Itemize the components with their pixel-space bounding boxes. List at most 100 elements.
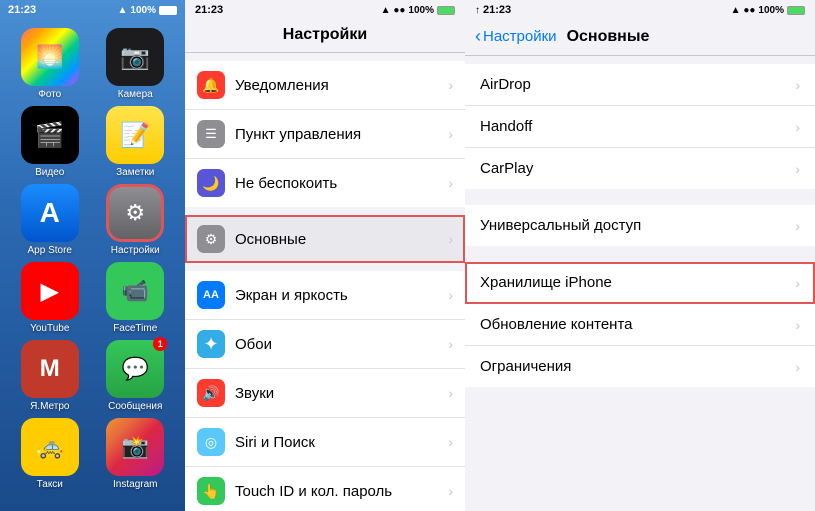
home-screen: 21:23 ▲ 100% 🌅 Фото 📷 Камера 🎬 Видео [0, 0, 185, 511]
group-divider-1 [465, 189, 815, 197]
general-row-accessibility[interactable]: Универсальный доступ › [465, 205, 815, 246]
display-chevron: › [448, 287, 453, 303]
settings-row-display[interactable]: AA Экран и яркость › [185, 271, 465, 320]
sounds-icon: 🔊 [197, 379, 225, 407]
messages-badge: 1 [153, 337, 167, 351]
carplay-chevron: › [795, 161, 800, 177]
settings-panel: 21:23 ▲ ●● 100% Настройки 🔔 Уведомления … [185, 0, 465, 511]
camera-label: Камера [118, 89, 153, 100]
notifications-icon: 🔔 [197, 71, 225, 99]
accessibility-chevron: › [795, 218, 800, 234]
photos-label: Фото [38, 89, 61, 100]
dnd-chevron: › [448, 175, 453, 191]
airdrop-chevron: › [795, 77, 800, 93]
app-icon-metro[interactable]: М Я.Метро [10, 340, 90, 412]
battery-percent: 100% [130, 5, 156, 16]
control-chevron: › [448, 126, 453, 142]
status-bar-right: ↑ 21:23 ▲ ●● 100% [465, 0, 815, 20]
settings-row-touchid[interactable]: 👆 Touch ID и кол. пароль › [185, 467, 465, 511]
battery-icon-right [787, 6, 805, 15]
signal-icon: ▲ [118, 5, 128, 16]
general-group-3: Хранилище iPhone › Обновление контента ›… [465, 262, 815, 387]
sounds-label: Звуки [235, 385, 448, 402]
touchid-icon: 👆 [197, 477, 225, 505]
arrow-icon-right: ↑ [475, 5, 480, 16]
general-row-carplay[interactable]: CarPlay › [465, 148, 815, 189]
general-row-restrictions[interactable]: Ограничения › [465, 346, 815, 387]
settings-row-control[interactable]: ☰ Пункт управления › [185, 110, 465, 159]
notifications-label: Уведомления [235, 77, 448, 94]
messages-icon: 💬 [122, 356, 149, 382]
facetime-icon: 📹 [122, 278, 149, 304]
app-icon-appstore[interactable]: A App Store [10, 184, 90, 256]
carplay-label: CarPlay [480, 160, 795, 177]
app-icon-facetime[interactable]: 📹 FaceTime [96, 262, 176, 334]
metro-icon: М [40, 355, 60, 383]
settings-row-sounds[interactable]: 🔊 Звуки › [185, 369, 465, 418]
restrictions-chevron: › [795, 359, 800, 375]
battery-icon-middle [437, 6, 455, 15]
right-time: 21:23 [483, 4, 511, 16]
messages-label: Сообщения [108, 401, 162, 412]
general-label: Основные [235, 231, 448, 248]
notes-label: Заметки [116, 167, 154, 178]
control-label: Пункт управления [235, 126, 448, 143]
status-bar-middle: 21:23 ▲ ●● 100% [185, 0, 465, 20]
wallpaper-chevron: › [448, 336, 453, 352]
app-icon-youtube[interactable]: ▶ YouTube [10, 262, 90, 334]
sounds-chevron: › [448, 385, 453, 401]
general-row-content-update[interactable]: Обновление контента › [465, 304, 815, 346]
settings-group-3: AA Экран и яркость › ✦ Обои › 🔊 Звуки › … [185, 271, 465, 511]
general-panel: ↑ 21:23 ▲ ●● 100% ‹ Настройки Основные A… [465, 0, 815, 511]
general-group-2: Универсальный доступ › [465, 205, 815, 246]
content-update-chevron: › [795, 317, 800, 333]
settings-row-general[interactable]: ⚙ Основные › [185, 215, 465, 263]
airdrop-label: AirDrop [480, 76, 795, 93]
siri-label: Siri и Поиск [235, 434, 448, 451]
instagram-label: Instagram [113, 479, 157, 490]
notes-icon: 📝 [120, 121, 150, 150]
status-bar-home: 21:23 ▲ 100% [0, 0, 185, 20]
youtube-label: YouTube [30, 323, 69, 334]
app-icon-messages[interactable]: 💬 1 Сообщения [96, 340, 176, 412]
settings-row-dnd[interactable]: 🌙 Не беспокоить › [185, 159, 465, 207]
touchid-label: Touch ID и кол. пароль [235, 483, 448, 500]
siri-icon: ◎ [197, 428, 225, 456]
handoff-label: Handoff [480, 118, 795, 135]
settings-icon: ⚙ [125, 200, 145, 226]
video-label: Видео [35, 167, 64, 178]
signal-icon-right: ▲ ●● [731, 5, 756, 16]
notifications-chevron: › [448, 77, 453, 93]
middle-status-icons: ▲ ●● 100% [381, 5, 455, 16]
handoff-chevron: › [795, 119, 800, 135]
appstore-icon: A [40, 197, 60, 229]
right-status-icons: ▲ ●● 100% [731, 5, 805, 16]
settings-row-siri[interactable]: ◎ Siri и Поиск › [185, 418, 465, 467]
settings-title: Настройки [283, 26, 367, 43]
app-icon-taxi[interactable]: 🚕 Такси [10, 418, 90, 490]
camera-icon: 📷 [120, 43, 150, 72]
general-row-storage[interactable]: Хранилище iPhone › [465, 262, 815, 304]
taxi-label: Такси [37, 479, 63, 490]
storage-chevron: › [795, 275, 800, 291]
back-chevron-icon: ‹ [475, 26, 481, 47]
display-icon: AA [197, 281, 225, 309]
settings-row-wallpaper[interactable]: ✦ Обои › [185, 320, 465, 369]
general-row-handoff[interactable]: Handoff › [465, 106, 815, 148]
display-label: Экран и яркость [235, 287, 448, 304]
dnd-label: Не беспокоить [235, 175, 448, 192]
app-icon-settings[interactable]: ⚙ Настройки [96, 184, 176, 256]
app-icon-instagram[interactable]: 📸 Instagram [96, 418, 176, 490]
settings-row-notifications[interactable]: 🔔 Уведомления › [185, 61, 465, 110]
general-row-airdrop[interactable]: AirDrop › [465, 64, 815, 106]
app-icon-camera[interactable]: 📷 Камера [96, 28, 176, 100]
app-icon-photos[interactable]: 🌅 Фото [10, 28, 90, 100]
back-label: Настройки [483, 28, 557, 45]
settings-label: Настройки [111, 245, 160, 256]
signal-icon-middle: ▲ ●● [381, 5, 406, 16]
general-title: Основные [567, 28, 650, 46]
app-icon-video[interactable]: 🎬 Видео [10, 106, 90, 178]
back-button[interactable]: ‹ Настройки [475, 26, 557, 47]
siri-chevron: › [448, 434, 453, 450]
app-icon-notes[interactable]: 📝 Заметки [96, 106, 176, 178]
